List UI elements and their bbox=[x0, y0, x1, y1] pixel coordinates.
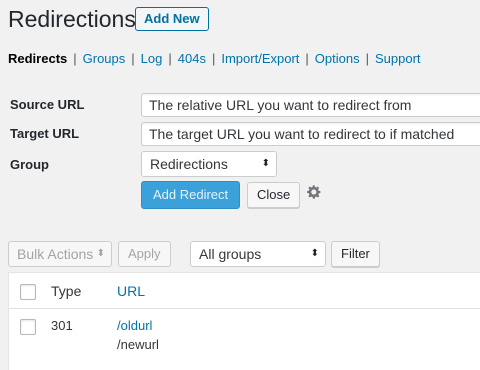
select-arrows-icon: ⬍ bbox=[261, 158, 270, 169]
source-url-label: Source URL bbox=[10, 97, 85, 112]
gear-icon[interactable] bbox=[306, 184, 322, 200]
subnav-options[interactable]: Options bbox=[315, 51, 360, 66]
bulk-actions-select[interactable]: Bulk Actions ⬍ bbox=[8, 241, 112, 267]
select-arrows-icon: ⬍ bbox=[96, 248, 105, 259]
bulk-actions-value: Bulk Actions bbox=[17, 246, 94, 262]
column-header-url[interactable]: URL bbox=[117, 283, 145, 299]
sub-navigation: Redirects | Groups | Log | 404s | Import… bbox=[8, 51, 421, 66]
header-divider bbox=[9, 308, 480, 309]
select-arrows-icon: ⬍ bbox=[310, 248, 319, 259]
group-label: Group bbox=[10, 157, 49, 172]
page-title: Redirections bbox=[8, 6, 136, 32]
target-url-text: /newurl bbox=[117, 337, 159, 352]
add-new-button[interactable]: Add New bbox=[135, 7, 209, 31]
target-url-input[interactable]: The target URL you want to redirect to i… bbox=[141, 122, 480, 146]
subnav-separator: | bbox=[131, 51, 135, 66]
subnav-separator: | bbox=[211, 51, 216, 66]
subnav-404s[interactable]: 404s bbox=[178, 51, 206, 66]
target-url-label: Target URL bbox=[10, 126, 80, 141]
group-filter-select[interactable]: All groups ⬍ bbox=[190, 241, 326, 267]
row-checkbox[interactable] bbox=[20, 319, 36, 335]
filter-button[interactable]: Filter bbox=[331, 241, 380, 267]
subnav-separator: | bbox=[168, 51, 172, 66]
add-redirect-button[interactable]: Add Redirect bbox=[141, 181, 241, 209]
subnav-import-export[interactable]: Import/Export bbox=[221, 51, 299, 66]
column-header-type[interactable]: Type bbox=[51, 283, 81, 299]
group-filter-value: All groups bbox=[199, 246, 262, 262]
select-all-checkbox[interactable] bbox=[20, 284, 36, 300]
redirect-type: 301 bbox=[51, 318, 73, 333]
subnav-support[interactable]: Support bbox=[375, 51, 421, 66]
subnav-groups[interactable]: Groups bbox=[83, 51, 126, 66]
subnav-redirects[interactable]: Redirects bbox=[8, 51, 67, 66]
subnav-separator: | bbox=[305, 51, 309, 66]
subnav-separator: | bbox=[365, 51, 369, 66]
apply-button[interactable]: Apply bbox=[118, 241, 171, 267]
source-url-link[interactable]: /oldurl bbox=[117, 318, 152, 333]
close-button[interactable]: Close bbox=[247, 182, 301, 208]
group-select-value: Redirections bbox=[150, 156, 228, 172]
group-select[interactable]: Redirections ⬍ bbox=[141, 151, 277, 177]
subnav-log[interactable]: Log bbox=[141, 51, 163, 66]
subnav-separator: | bbox=[73, 51, 77, 66]
source-url-input[interactable]: The relative URL you want to redirect fr… bbox=[141, 93, 480, 117]
